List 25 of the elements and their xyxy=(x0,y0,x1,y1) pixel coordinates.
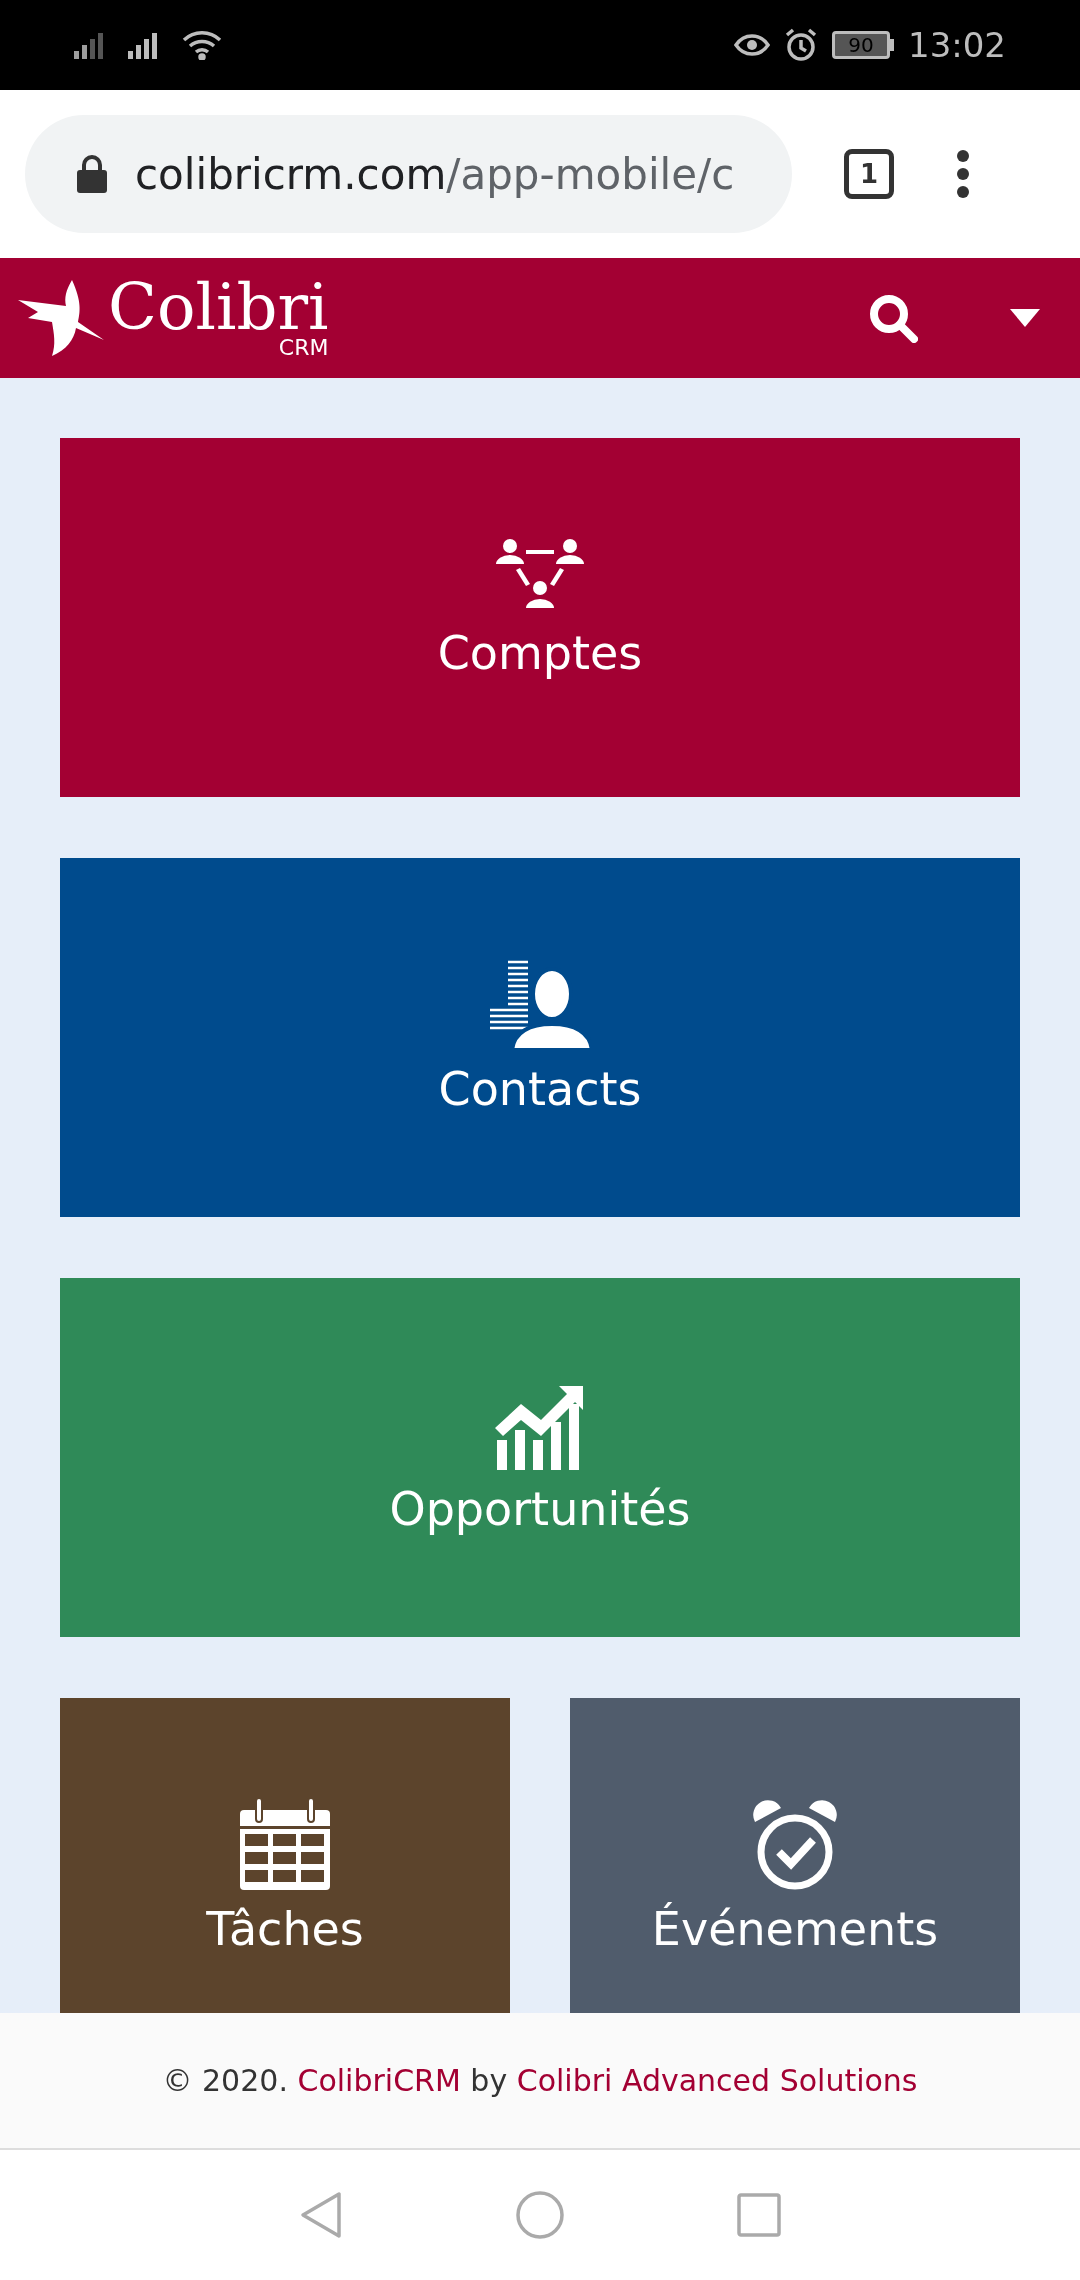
module-tile[interactable]: Événements xyxy=(570,1698,1020,2013)
wifi-icon xyxy=(182,30,222,60)
dropdown-caret-icon[interactable] xyxy=(1010,309,1040,327)
alarm-clock-check-icon xyxy=(753,1798,837,1890)
module-tile[interactable]: Opportunités xyxy=(60,1278,1020,1637)
module-tile[interactable]: Comptes xyxy=(60,438,1020,797)
module-tile[interactable]: Contacts xyxy=(60,858,1020,1217)
url-text: colibricrm.com/app-mobile/c xyxy=(135,148,735,201)
module-tile[interactable]: Tâches xyxy=(60,1698,510,2013)
contacts-icon xyxy=(488,958,592,1050)
clock-time: 13:02 xyxy=(908,28,1006,62)
menu-icon[interactable] xyxy=(956,149,970,199)
calendar-icon xyxy=(238,1798,332,1890)
company-link[interactable]: Colibri Advanced Solutions xyxy=(516,2063,918,2098)
lock-icon xyxy=(77,155,107,193)
eye-icon xyxy=(734,32,770,58)
tab-count-button[interactable]: 1 xyxy=(844,149,894,199)
search-icon[interactable] xyxy=(868,293,918,343)
address-bar[interactable]: colibricrm.com/app-mobile/c xyxy=(25,115,792,233)
copyright-text: © 2020. ColibriCRM by Colibri Advanced Solutions xyxy=(162,2062,918,2100)
alarm-icon xyxy=(784,28,818,62)
colibricrm-link[interactable]: ColibriCRM xyxy=(297,2063,461,2098)
battery-level: 90 xyxy=(848,35,874,55)
logo-subtitle: CRM xyxy=(278,337,329,360)
logo-name: Colibri xyxy=(108,276,329,338)
